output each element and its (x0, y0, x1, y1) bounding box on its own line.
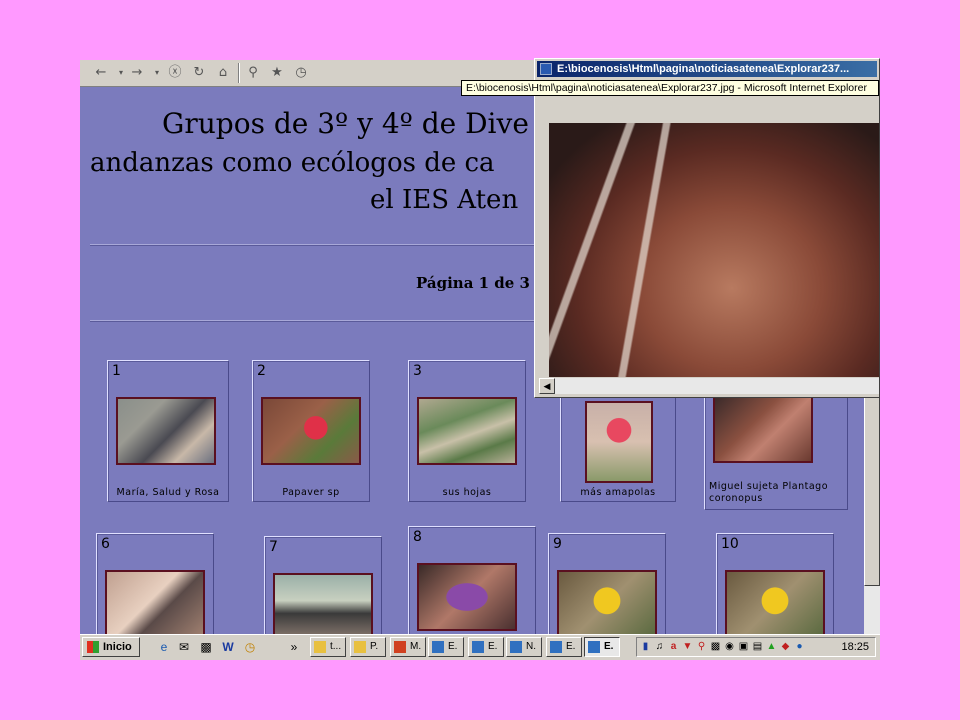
photo-three-students-icon[interactable] (116, 397, 216, 465)
photo-hand-flower-icon[interactable] (417, 563, 517, 631)
start-label: Inicio (103, 641, 132, 653)
outlook-quicklaunch-icon[interactable]: ✉ (176, 639, 192, 655)
ie-icon (510, 641, 522, 653)
back-arrow-icon[interactable]: ← (90, 63, 112, 83)
search-icon[interactable]: ⚲ (242, 63, 264, 83)
window-tooltip: E:\biocenosis\Html\pagina\noticiasatenea… (461, 80, 879, 96)
task-button-powerpoint[interactable]: M. (390, 637, 426, 657)
windows-logo-icon (87, 641, 99, 653)
folder-icon (354, 641, 366, 653)
photo-yellow-flower-2-icon[interactable] (725, 570, 825, 638)
search-tray-icon[interactable]: ⚲ (695, 640, 708, 654)
thumbnail-caption: Papaver sp (282, 487, 340, 498)
thumbnail-number: 2 (257, 363, 266, 379)
thumbnail-caption: sus hojas (442, 487, 492, 498)
task-button-ie-1[interactable]: E. (428, 637, 464, 657)
thumbnail-number: 6 (101, 536, 110, 552)
scroll-left-arrow-icon[interactable]: ◀ (539, 378, 555, 394)
ie-icon (432, 641, 444, 653)
photo-hand-plantago-icon[interactable] (713, 395, 813, 463)
thumbnail-number: 8 (413, 529, 422, 545)
refresh-icon[interactable]: ↻ (188, 63, 210, 83)
task-button-ie-2[interactable]: E. (468, 637, 504, 657)
printer-icon[interactable]: ▩ (709, 640, 722, 654)
powerpoint-icon (394, 641, 406, 653)
task-button-ie-3[interactable]: E. (546, 637, 582, 657)
task-button-folder-2[interactable]: P. (350, 637, 386, 657)
thumbnail-2[interactable]: 2 Papaver sp (252, 360, 370, 502)
taskbar: Inicio e ✉ ▩ W ◷ » t... P. M. E. E. N. E… (80, 634, 880, 660)
chevron-icon[interactable]: » (286, 639, 302, 655)
ie-page-icon (540, 63, 552, 75)
task-button-netscape[interactable]: N. (506, 637, 542, 657)
shield-icon[interactable]: ▼ (681, 640, 694, 654)
horizontal-scrollbar[interactable]: ◀ (539, 377, 879, 394)
thumbnail-3[interactable]: 3 sus hojas (408, 360, 526, 502)
thumbnail-number: 3 (413, 363, 422, 379)
volume-icon[interactable]: ♫ (653, 640, 666, 654)
clock-quicklaunch-icon[interactable]: ◷ (242, 639, 258, 655)
desktop-quicklaunch-icon[interactable]: ▩ (198, 639, 214, 655)
forward-arrow-icon[interactable]: → (126, 63, 148, 83)
messenger-icon[interactable]: ● (793, 640, 806, 654)
thumbnail-caption: más amapolas (580, 487, 656, 498)
ie-quicklaunch-icon[interactable]: e (156, 639, 172, 655)
photo-leaves-icon[interactable] (417, 397, 517, 465)
ie-icon (588, 641, 600, 653)
stop-icon[interactable]: ⓧ (164, 63, 186, 83)
disc-icon[interactable]: ◉ (723, 640, 736, 654)
device-icon[interactable]: ▤ (751, 640, 764, 654)
thumbnail-5[interactable]: 5 Miguel sujeta Plantago coronopus (704, 394, 848, 510)
thumbnail-caption: María, Salud y Rosa (116, 487, 220, 498)
popup-titlebar[interactable]: E:\biocenosis\Html\pagina\noticiasatenea… (537, 61, 877, 77)
task-button-folder-1[interactable]: t... (310, 637, 346, 657)
page-indicator: Página 1 de 3 (416, 274, 530, 292)
popup-title-text: E:\biocenosis\Html\pagina\noticiasatenea… (557, 63, 850, 75)
photo-group-outdoors-icon[interactable] (273, 573, 373, 641)
home-icon[interactable]: ⌂ (212, 63, 234, 83)
image-popup-window[interactable]: E:\biocenosis\Html\pagina\noticiasatenea… (534, 58, 880, 398)
network-icon[interactable]: ▮ (639, 640, 652, 654)
thumbnail-caption: Miguel sujeta Plantago coronopus (709, 481, 829, 504)
folder-icon (314, 641, 326, 653)
thumbnail-number: 1 (112, 363, 121, 379)
antivirus-icon[interactable]: a (667, 640, 680, 654)
monitor-icon[interactable]: ▣ (737, 640, 750, 654)
word-quicklaunch-icon[interactable]: W (220, 639, 236, 655)
security-icon[interactable]: ◆ (779, 640, 792, 654)
photo-hand-stem-icon[interactable] (105, 570, 205, 638)
ie-icon (550, 641, 562, 653)
ie-icon (472, 641, 484, 653)
thumbnail-number: 10 (721, 536, 739, 552)
start-button[interactable]: Inicio (82, 637, 140, 657)
thumbnail-4[interactable]: 4 más amapolas (560, 394, 676, 502)
toolbar-separator (238, 63, 240, 83)
thumbnail-1[interactable]: 1 María, Salud y Rosa (107, 360, 229, 502)
clock[interactable]: 18:25 (841, 638, 869, 656)
photo-yellow-flower-icon[interactable] (557, 570, 657, 638)
photo-poppy-icon[interactable] (261, 397, 361, 465)
task-button-ie-active[interactable]: E. (584, 637, 620, 657)
thumbnail-number: 7 (269, 539, 278, 555)
photo-poppy-closeup-icon[interactable] (585, 401, 653, 483)
update-icon[interactable]: ▲ (765, 640, 778, 654)
favorites-icon[interactable]: ★ (266, 63, 288, 83)
thumbnail-number: 9 (553, 536, 562, 552)
history-icon[interactable]: ◷ (290, 63, 312, 83)
photo-hand-grass-spikes-icon (549, 123, 879, 377)
system-tray: ▮ ♫ a ▼ ⚲ ▩ ◉ ▣ ▤ ▲ ◆ ● 18:25 (636, 637, 876, 657)
